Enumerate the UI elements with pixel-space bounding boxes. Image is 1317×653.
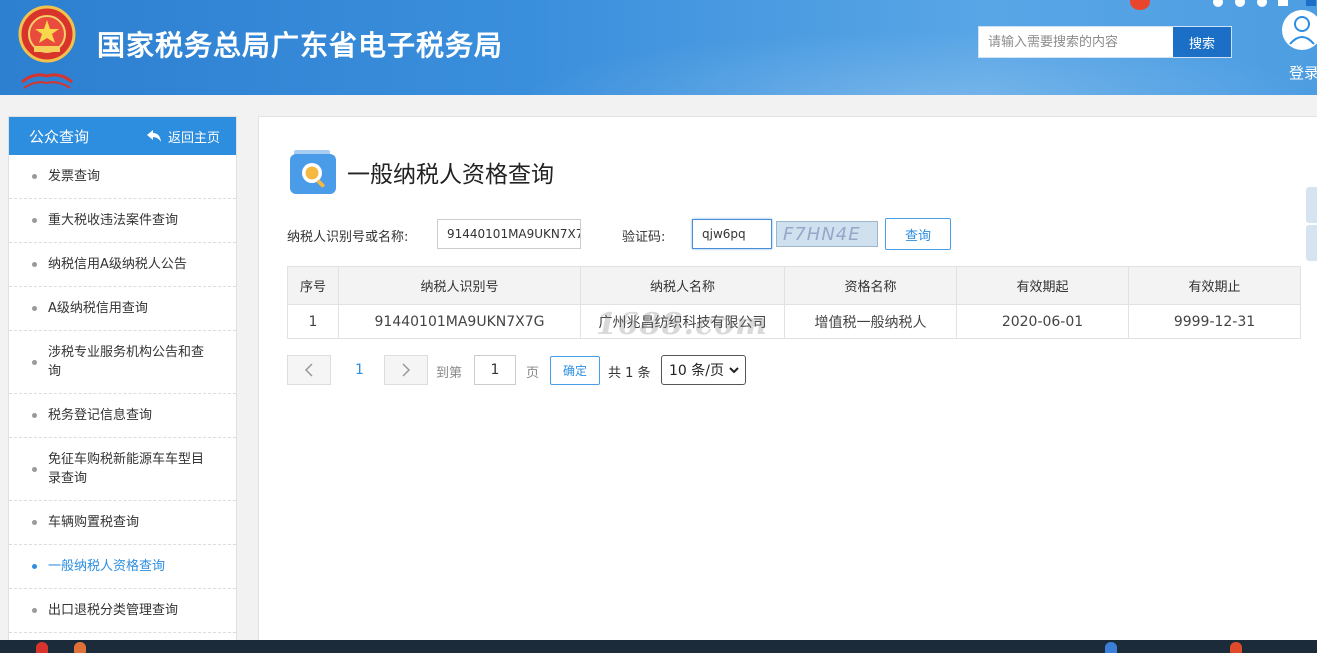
page-number-current[interactable]: 1	[355, 362, 364, 378]
sidebar-item-label: 一般纳税人资格查询	[48, 559, 166, 574]
floating-tab-icon[interactable]	[1306, 187, 1317, 223]
chevron-down-icon	[729, 367, 739, 374]
tray-icon[interactable]	[1230, 642, 1242, 653]
prev-page-button[interactable]	[287, 355, 331, 385]
taxpayer-id-label: 纳税人识别号或名称:	[287, 230, 409, 245]
back-home-link[interactable]: 返回主页	[146, 127, 220, 146]
site-title: 国家税务总局广东省电子税务局	[97, 29, 504, 62]
app-icon[interactable]	[74, 642, 86, 653]
column-header: 有效期起	[956, 266, 1129, 305]
search-document-icon	[290, 150, 336, 194]
column-header: 序号	[287, 266, 339, 305]
sidebar-item-a-level-announcement[interactable]: 纳税信用A级纳税人公告	[9, 243, 236, 287]
captcha-image-text: F7HN4E	[783, 224, 861, 245]
query-button[interactable]: 查询	[885, 218, 951, 250]
search-button[interactable]: 搜索	[1173, 27, 1231, 57]
total-count: 共 1 条	[608, 366, 651, 381]
bullet-icon	[32, 262, 37, 267]
captcha-label: 验证码:	[622, 230, 666, 245]
back-arrow-icon	[146, 130, 161, 142]
sidebar-header: 公众查询 返回主页	[9, 117, 236, 155]
sidebar-item-vehicle-purchase-tax[interactable]: 车辆购置税查询	[9, 501, 236, 545]
tray-icon[interactable]	[1105, 642, 1117, 653]
sidebar-item-nev-catalog-query[interactable]: 免征车购税新能源车车型目录查询	[9, 438, 236, 501]
user-avatar-icon[interactable]	[1282, 10, 1317, 50]
bullet-icon	[32, 608, 37, 613]
column-header: 纳税人识别号	[338, 266, 581, 305]
bullet-icon	[32, 413, 37, 418]
site-header: 国家税务总局广东省电子税务局 搜索 登录	[0, 0, 1317, 95]
page-size-select[interactable]: 10 条/页	[661, 355, 746, 385]
search-box: 搜索	[978, 26, 1232, 58]
sidebar-item-label: 重大税收违法案件查询	[48, 213, 179, 228]
table-cell: 1	[287, 304, 339, 339]
column-header: 资格名称	[784, 266, 957, 305]
sidebar-title: 公众查询	[29, 127, 90, 146]
main-panel: 一般纳税人资格查询 纳税人识别号或名称: 验证码: F7HN4E 查询 序号 纳…	[258, 116, 1317, 646]
sidebar-item-label: 税务登记信息查询	[48, 408, 153, 423]
confirm-page-button[interactable]: 确定	[550, 356, 600, 385]
browser-icon[interactable]	[36, 642, 48, 653]
bullet-icon	[32, 564, 37, 569]
bullet-icon	[32, 306, 37, 311]
sidebar-item-label: 纳税信用A级纳税人公告	[48, 257, 187, 272]
next-page-button[interactable]	[384, 355, 428, 385]
table-header-row: 序号 纳税人识别号 纳税人名称 资格名称 有效期起 有效期止	[287, 266, 1301, 305]
results-table: 序号 纳税人识别号 纳税人名称 资格名称 有效期起 有效期止 1 9144010…	[287, 266, 1301, 339]
captcha-input[interactable]	[692, 219, 772, 249]
watermark: 1688.com	[596, 307, 768, 342]
chevron-left-icon	[304, 363, 313, 377]
table-cell: 9999-12-31	[1128, 304, 1301, 339]
sidebar-item-general-taxpayer-query[interactable]: 一般纳税人资格查询	[9, 545, 236, 589]
bullet-icon	[32, 466, 37, 472]
sidebar-item-label: 免征车购税新能源车车型目录查询	[48, 452, 205, 486]
sidebar-item-a-level-credit-query[interactable]: A级纳税信用查询	[9, 287, 236, 331]
goto-suffix: 页	[526, 366, 540, 381]
table-cell: 91440101MA9UKN7X7G	[338, 304, 581, 339]
login-link[interactable]: 登录	[1289, 62, 1317, 83]
sidebar-item-tax-service-agencies[interactable]: 涉税专业服务机构公告和查询	[9, 331, 236, 394]
captcha-image[interactable]: F7HN4E	[776, 221, 878, 247]
sidebar: 公众查询 返回主页 发票查询 重大税收违法案件查询 纳税信用A级纳税人公告 A级…	[8, 116, 237, 646]
search-input[interactable]	[979, 27, 1173, 57]
bullet-icon	[32, 359, 37, 365]
bullet-icon	[32, 218, 37, 223]
table-cell: 增值税一般纳税人	[784, 304, 957, 339]
taxpayer-id-input[interactable]	[437, 219, 581, 249]
sidebar-item-label: 涉税专业服务机构公告和查询	[48, 345, 205, 379]
sidebar-item-invoice-query[interactable]: 发票查询	[9, 155, 236, 199]
goto-page-input[interactable]	[474, 355, 516, 385]
sidebar-item-export-rebate-query[interactable]: 出口退税分类管理查询	[9, 589, 236, 633]
national-emblem-icon	[18, 5, 76, 89]
table-cell: 2020-06-01	[956, 304, 1129, 339]
page-size-value: 10 条/页	[669, 363, 724, 379]
table-row: 1 91440101MA9UKN7X7G 广州兆昌纺织科技有限公司 增值税一般纳…	[287, 304, 1301, 339]
back-home-label: 返回主页	[167, 130, 220, 146]
column-header: 纳税人名称	[580, 266, 785, 305]
bullet-icon	[32, 520, 37, 525]
sidebar-item-label: 发票查询	[48, 169, 101, 184]
floating-tab-icon[interactable]	[1306, 225, 1317, 261]
os-taskbar	[0, 640, 1317, 653]
bullet-icon	[32, 174, 37, 179]
chevron-right-icon	[402, 363, 411, 377]
browser-tray-icons	[1130, 0, 1316, 10]
sidebar-item-label: A级纳税信用查询	[48, 301, 148, 316]
page-title: 一般纳税人资格查询	[347, 162, 554, 188]
sidebar-item-tax-violation-query[interactable]: 重大税收违法案件查询	[9, 199, 236, 243]
sidebar-item-label: 车辆购置税查询	[48, 515, 140, 530]
goto-prefix: 到第	[436, 366, 463, 381]
sidebar-item-tax-registration-query[interactable]: 税务登记信息查询	[9, 394, 236, 438]
sidebar-item-label: 出口退税分类管理查询	[48, 603, 179, 618]
column-header: 有效期止	[1128, 266, 1301, 305]
